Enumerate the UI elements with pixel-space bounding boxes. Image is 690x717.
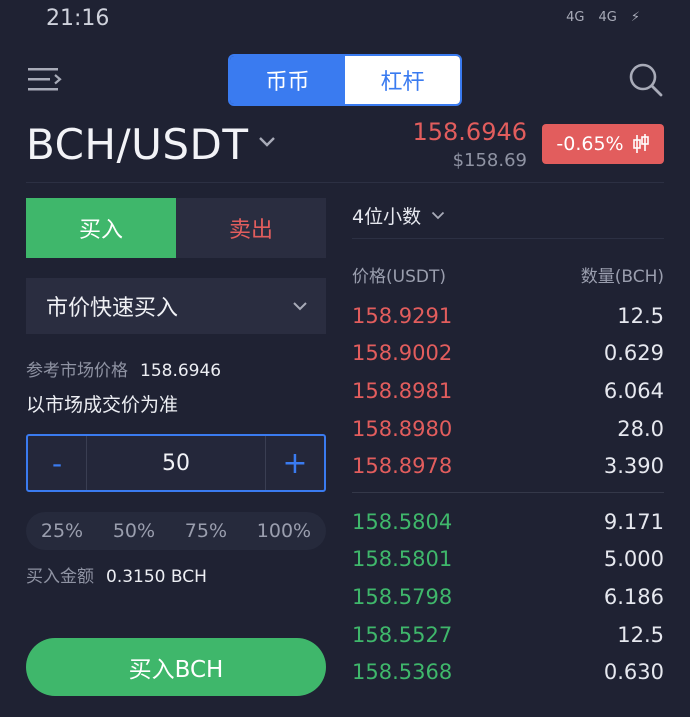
buy-tab[interactable]: 买入	[26, 198, 176, 258]
buy-submit-button[interactable]: 买入BCH	[26, 638, 326, 696]
signal-icon: 4G	[566, 10, 585, 25]
chevron-down-icon[interactable]	[258, 136, 276, 148]
tab-spot[interactable]: 币币	[230, 56, 345, 104]
reference-price: 参考市场价格 158.6946	[26, 356, 221, 381]
sell-tab[interactable]: 卖出	[176, 198, 326, 258]
percent-option-50[interactable]: 50%	[113, 520, 155, 542]
bid-qty: 0.630	[603, 660, 664, 685]
ask-price: 158.8980	[352, 416, 453, 441]
orderbook-price-header: 价格(USDT)	[352, 267, 446, 287]
percent-option-75[interactable]: 75%	[185, 520, 227, 542]
price-change-badge[interactable]: -0.65%	[542, 124, 664, 164]
trading-pair-title[interactable]: BCH/USDT	[26, 120, 249, 169]
ask-qty: 6.064	[603, 378, 664, 403]
ask-row[interactable]: 158.8978 3.390	[352, 447, 664, 485]
divider	[352, 238, 664, 239]
candlestick-icon	[632, 134, 649, 153]
reference-price-value: 158.6946	[140, 361, 222, 381]
market-price-note: 以市场成交价为准	[26, 394, 179, 416]
usd-price: $158.69	[452, 150, 527, 171]
ask-qty: 3.390	[603, 454, 664, 479]
tab-margin[interactable]: 杠杆	[345, 56, 460, 104]
ask-price: 158.9291	[352, 303, 453, 328]
bid-price: 158.5527	[352, 622, 453, 647]
ask-price: 158.9002	[352, 341, 453, 366]
ask-row[interactable]: 158.8981 6.064	[352, 372, 664, 410]
ask-price: 158.8981	[352, 378, 453, 403]
percent-option-100[interactable]: 100%	[257, 520, 311, 542]
ask-row[interactable]: 158.8980 28.0	[352, 410, 664, 448]
bid-row[interactable]: 158.5801 5.000	[352, 541, 664, 579]
ask-qty: 0.629	[603, 341, 664, 366]
order-type-select[interactable]: 市价快速买入	[26, 278, 326, 334]
ask-qty: 28.0	[617, 416, 664, 441]
decimal-precision-label: 4位小数	[352, 206, 422, 228]
market-type-toggle[interactable]: 币币 杠杆	[228, 54, 462, 106]
bid-row[interactable]: 158.5804 9.171	[352, 503, 664, 541]
divider	[26, 182, 664, 183]
bid-qty: 5.000	[603, 547, 664, 572]
price-change-value: -0.65%	[556, 133, 624, 155]
reference-price-label: 参考市场价格	[26, 361, 128, 381]
chevron-down-icon	[431, 211, 445, 220]
bid-row[interactable]: 158.5527 12.5	[352, 616, 664, 654]
orderbook-qty-header: 数量(BCH)	[580, 267, 664, 287]
decimal-precision-select[interactable]: 4位小数	[352, 202, 445, 229]
menu-icon[interactable]	[28, 66, 62, 92]
quantity-input[interactable]: 50	[87, 436, 265, 490]
ask-price: 158.8978	[352, 454, 453, 479]
battery-icon: ⚡	[630, 10, 640, 25]
quantity-stepper[interactable]: - 50 +	[26, 434, 326, 492]
status-time: 21:16	[46, 6, 110, 31]
ask-row[interactable]: 158.9002 0.629	[352, 335, 664, 373]
ask-qty: 12.5	[617, 303, 664, 328]
bid-price: 158.5368	[352, 660, 453, 685]
bid-row[interactable]: 158.5798 6.186	[352, 578, 664, 616]
bid-row[interactable]: 158.5368 0.630	[352, 653, 664, 691]
search-icon[interactable]	[628, 62, 664, 98]
bid-qty: 9.171	[603, 509, 664, 534]
order-type-label: 市价快速买入	[46, 296, 179, 321]
signal-icon: 4G	[598, 10, 617, 25]
last-price: 158.6946	[412, 118, 527, 146]
buy-amount-value: 0.3150 BCH	[106, 567, 207, 587]
ask-row[interactable]: 158.9291 12.5	[352, 297, 664, 335]
bid-price: 158.5801	[352, 547, 453, 572]
increase-button[interactable]: +	[265, 436, 324, 490]
chevron-down-icon	[293, 302, 307, 311]
percent-selector[interactable]: 25% 50% 75% 100%	[26, 512, 326, 550]
bid-list: 158.5804 9.171 158.5801 5.000 158.5798 6…	[352, 503, 664, 691]
buy-amount-label: 买入金额	[26, 567, 94, 587]
percent-option-25[interactable]: 25%	[41, 520, 83, 542]
status-icons: 4G 4G ⚡	[566, 10, 640, 25]
buy-sell-toggle[interactable]: 买入 卖出	[26, 198, 326, 258]
decrease-button[interactable]: -	[28, 436, 87, 490]
buy-amount: 买入金额 0.3150 BCH	[26, 562, 207, 587]
divider	[352, 492, 664, 493]
bid-qty: 12.5	[617, 622, 664, 647]
bid-price: 158.5798	[352, 584, 453, 609]
ask-list: 158.9291 12.5 158.9002 0.629 158.8981 6.…	[352, 297, 664, 485]
bid-qty: 6.186	[603, 584, 664, 609]
bid-price: 158.5804	[352, 509, 453, 534]
